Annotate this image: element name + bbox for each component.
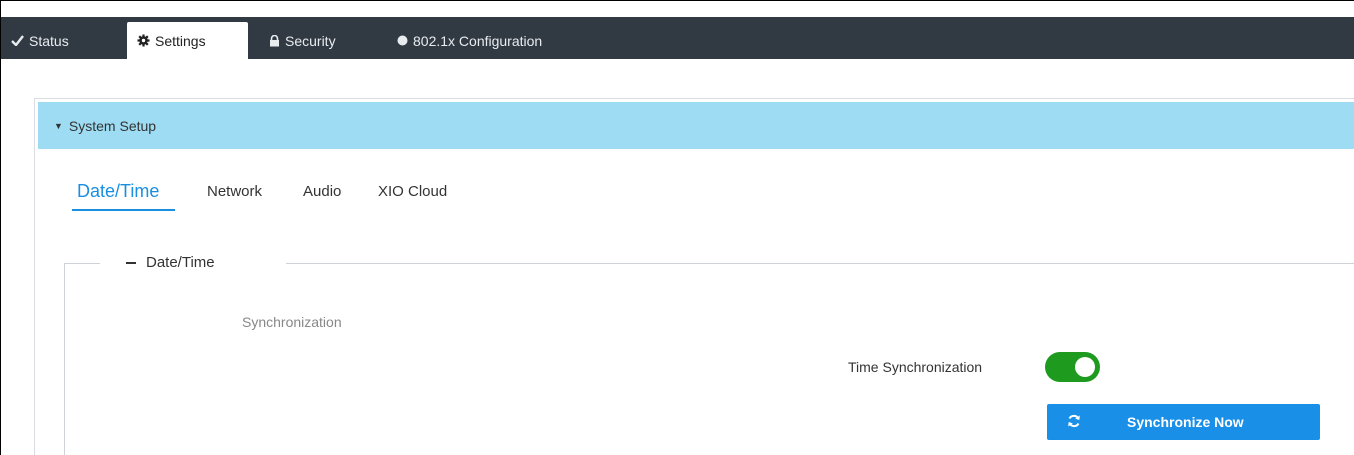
- top-nav-bar: Status Settings Security 802.1x Configur…: [1, 17, 1354, 59]
- check-icon: [11, 35, 24, 46]
- system-setup-header[interactable]: ▼ System Setup: [38, 102, 1354, 149]
- caret-down-icon: ▼: [54, 120, 63, 131]
- fieldset-border-top: [64, 263, 100, 264]
- circle-icon: [397, 35, 408, 46]
- tab-security[interactable]: Security: [259, 22, 369, 59]
- subtab-date-time[interactable]: Date/Time: [77, 181, 159, 202]
- synchronize-now-label: Synchronize Now: [1127, 414, 1244, 430]
- date-time-legend-label: Date/Time: [146, 254, 215, 271]
- tab-8021x-configuration[interactable]: 802.1x Configuration: [387, 22, 587, 59]
- gear-icon: [137, 34, 150, 47]
- time-synchronization-label: Time Synchronization: [848, 359, 983, 375]
- subtab-xio-cloud[interactable]: XIO Cloud: [378, 183, 447, 200]
- active-subtab-underline: [72, 209, 175, 211]
- tab-8021x-label: 802.1x Configuration: [413, 32, 543, 49]
- collapse-minus-icon: [126, 261, 136, 264]
- section-title: System Setup: [68, 117, 157, 134]
- synchronize-now-button[interactable]: Synchronize Now: [1047, 404, 1320, 440]
- synchronization-heading: Synchronization: [242, 314, 342, 330]
- tab-status[interactable]: Status: [1, 22, 117, 59]
- lock-icon: [269, 34, 280, 47]
- system-setup-panel: [34, 98, 1354, 455]
- tab-security-label: Security: [285, 32, 336, 49]
- fieldset-border-top: [286, 263, 1354, 264]
- toggle-knob: [1075, 357, 1095, 377]
- tab-status-label: Status: [29, 32, 69, 49]
- subtab-audio[interactable]: Audio: [303, 183, 341, 200]
- time-synchronization-toggle[interactable]: [1045, 352, 1100, 382]
- tab-settings-label: Settings: [155, 32, 206, 49]
- date-time-legend[interactable]: Date/Time: [126, 254, 215, 271]
- subtab-network[interactable]: Network: [207, 183, 262, 200]
- refresh-icon: [1067, 414, 1081, 431]
- fieldset-border-left: [64, 263, 65, 455]
- tab-settings[interactable]: Settings: [127, 22, 248, 59]
